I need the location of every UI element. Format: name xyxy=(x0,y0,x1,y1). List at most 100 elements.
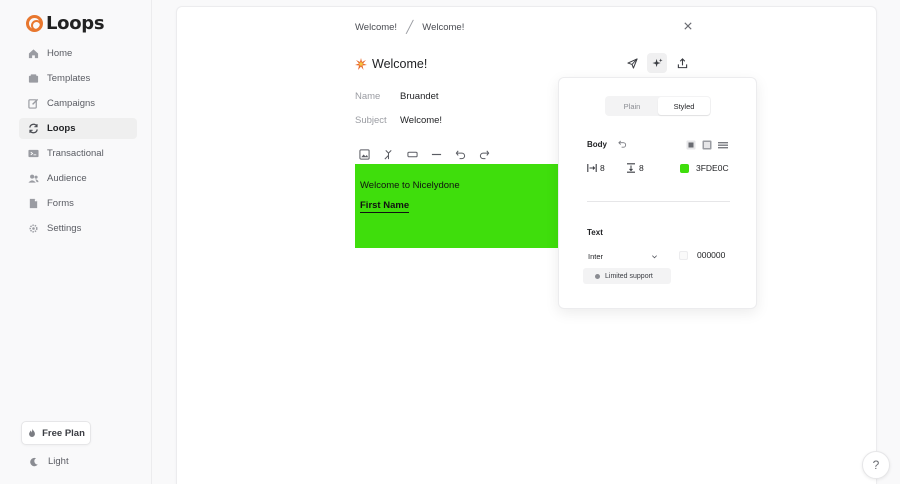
help-icon: ? xyxy=(872,458,880,472)
sidebar-item-loops[interactable]: Loops xyxy=(19,118,137,139)
insert-component-button[interactable] xyxy=(381,147,395,161)
breadcrumb-item[interactable]: Welcome! xyxy=(422,22,464,33)
sidebar-item-settings[interactable]: Settings xyxy=(19,218,137,239)
export-button[interactable] xyxy=(672,53,692,73)
layout-full-option[interactable] xyxy=(718,140,728,150)
insert-image-button[interactable] xyxy=(357,147,371,161)
horizontal-padding-value: 8 xyxy=(600,163,605,173)
layout-boxed-option[interactable] xyxy=(686,140,696,150)
flame-icon xyxy=(29,428,36,437)
sidebar-item-label: Transactional xyxy=(47,148,104,159)
theme-label: Light xyxy=(48,456,69,467)
free-plan-label: Free Plan xyxy=(42,427,85,439)
divider-icon xyxy=(431,153,441,155)
body-section-title: Body xyxy=(587,140,607,149)
help-button[interactable]: ? xyxy=(862,451,890,479)
sidebar-item-home[interactable]: Home xyxy=(19,43,137,64)
logo[interactable]: Loops xyxy=(26,13,105,34)
redo-icon xyxy=(479,150,489,159)
badge-label: Limited support xyxy=(605,272,653,280)
name-value[interactable]: Bruandet xyxy=(400,91,439,102)
moon-icon xyxy=(30,457,38,466)
chevron-down-icon xyxy=(652,254,657,258)
email-heading[interactable]: Welcome to Nicelydone xyxy=(360,180,460,191)
app-root: Loops Home Templates Campaigns Loops Tra… xyxy=(0,0,900,484)
layout-full-icon xyxy=(718,142,728,149)
send-icon xyxy=(626,57,638,69)
vertical-padding-value: 8 xyxy=(639,163,644,173)
sidebar-item-templates[interactable]: Templates xyxy=(19,68,137,89)
folder-icon xyxy=(28,73,39,84)
merge-tag-first-name[interactable]: First Name xyxy=(360,200,410,213)
body-color-value: 3FDE0C xyxy=(696,163,729,173)
sidebar-item-campaigns[interactable]: Campaigns xyxy=(19,93,137,114)
redo-button[interactable] xyxy=(477,147,491,161)
breadcrumb-item[interactable]: Welcome! xyxy=(355,22,397,33)
logo-text: Loops xyxy=(46,13,105,34)
name-field: Name Bruandet xyxy=(355,91,439,102)
sidebar: Loops Home Templates Campaigns Loops Tra… xyxy=(0,0,152,484)
sidebar-item-label: Loops xyxy=(47,123,76,134)
name-label: Name xyxy=(355,91,381,102)
email-canvas[interactable]: Welcome to Nicelydone First Name xyxy=(355,164,575,248)
layout-options xyxy=(686,140,734,150)
sparkle-burst-icon xyxy=(355,58,367,70)
terminal-icon xyxy=(28,148,39,159)
text-color-swatch xyxy=(679,250,688,260)
style-popover: Plain Styled Body 8 8 3FDE0C Text Inter … xyxy=(558,77,757,309)
mode-segmented-control: Plain Styled xyxy=(605,96,711,116)
home-icon xyxy=(28,48,39,59)
close-button[interactable] xyxy=(681,19,695,33)
sidebar-nav: Home Templates Campaigns Loops Transacti… xyxy=(19,43,137,243)
sidebar-item-label: Templates xyxy=(47,73,91,84)
upload-icon xyxy=(677,57,687,68)
email-title-text: Welcome! xyxy=(372,57,428,71)
users-icon xyxy=(28,173,39,184)
section-divider xyxy=(587,201,730,202)
body-color-swatch xyxy=(680,163,689,173)
reset-icon[interactable] xyxy=(618,140,627,149)
insert-button-button[interactable] xyxy=(405,147,419,161)
email-title[interactable]: Welcome! xyxy=(355,57,427,71)
horizontal-padding[interactable]: 8 xyxy=(587,163,605,173)
sidebar-item-label: Settings xyxy=(47,223,82,234)
sidebar-item-transactional[interactable]: Transactional xyxy=(19,143,137,164)
sparkles-icon xyxy=(651,57,663,67)
sidebar-item-label: Campaigns xyxy=(47,98,96,109)
tab-styled[interactable]: Styled xyxy=(658,97,710,115)
undo-button[interactable] xyxy=(453,147,467,161)
body-color-picker[interactable]: 3FDE0C xyxy=(680,163,729,173)
insert-divider-button[interactable] xyxy=(429,147,443,161)
undo-icon xyxy=(455,150,465,159)
status-dot-icon xyxy=(595,273,600,279)
layout-framed-option[interactable] xyxy=(702,140,712,150)
subject-value[interactable]: Welcome! xyxy=(400,115,442,126)
content-toolbar xyxy=(357,147,501,161)
layout-framed-icon xyxy=(702,140,712,150)
vertical-padding[interactable]: 8 xyxy=(626,163,644,173)
button-icon xyxy=(406,151,418,157)
send-test-button[interactable] xyxy=(622,53,642,73)
tab-plain[interactable]: Plain xyxy=(606,97,658,115)
edit-icon xyxy=(28,98,39,109)
sidebar-item-audience[interactable]: Audience xyxy=(19,168,137,189)
image-icon xyxy=(358,148,370,160)
sidebar-item-label: Audience xyxy=(47,173,87,184)
horizontal-padding-icon xyxy=(587,164,597,172)
sidebar-item-forms[interactable]: Forms xyxy=(19,193,137,214)
email-editor: Welcome! ╱ Welcome! Welcome! Name Bruand… xyxy=(176,6,877,484)
theme-toggle[interactable]: Light xyxy=(29,456,69,467)
limited-support-badge: Limited support xyxy=(583,268,671,284)
subject-label: Subject xyxy=(355,115,387,126)
style-button[interactable] xyxy=(647,53,667,73)
merge-icon xyxy=(383,149,392,159)
gear-icon xyxy=(28,223,39,234)
breadcrumb: Welcome! ╱ Welcome! xyxy=(355,20,464,34)
free-plan-button[interactable]: Free Plan xyxy=(21,421,91,445)
font-select[interactable]: Inter xyxy=(583,247,663,265)
subject-field: Subject Welcome! xyxy=(355,115,442,126)
sidebar-item-label: Home xyxy=(47,48,73,59)
text-color-picker[interactable]: 000000 xyxy=(679,250,725,260)
editor-top-toolbar xyxy=(622,53,697,73)
text-section-title: Text xyxy=(587,228,603,237)
